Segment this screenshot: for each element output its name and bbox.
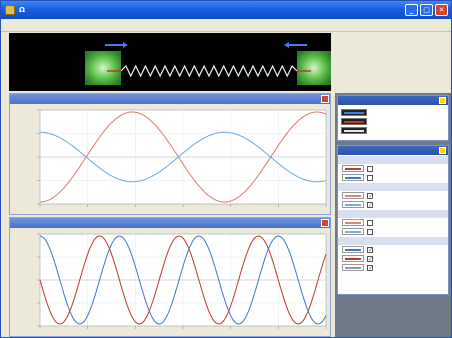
left-block[interactable] (85, 51, 121, 85)
option-checkbox[interactable]: ✓ (367, 246, 373, 253)
line-style-swatch-line (345, 258, 361, 260)
option-row (338, 164, 448, 173)
line-style-swatch-line (345, 267, 361, 269)
legend-row (338, 126, 448, 135)
plot-2-canvas (37, 233, 327, 329)
option-group-title (338, 210, 448, 218)
line-style-swatch-line (345, 222, 361, 224)
line-style-swatch (342, 174, 364, 181)
option-checkbox[interactable] (367, 165, 373, 172)
legend-swatch (341, 118, 367, 125)
legend-swatch-line (344, 112, 364, 114)
right-block[interactable] (297, 51, 331, 85)
option-checkbox[interactable]: ✓ (367, 264, 373, 271)
minimize-button[interactable]: _ (405, 4, 418, 16)
option-row: ✓ (338, 245, 448, 254)
window-title: Ω (19, 6, 25, 14)
collapse-icon[interactable] (439, 97, 446, 104)
plot-window-2-titlebar[interactable] (10, 218, 330, 228)
option-group-title (338, 237, 448, 245)
line-style-swatch (342, 192, 364, 199)
option-row: ✓ (338, 191, 448, 200)
simulation-stage (9, 33, 331, 91)
plot-window-1 (9, 93, 331, 215)
line-style-swatch-line (345, 195, 361, 197)
option-group-title (338, 183, 448, 191)
option-row (338, 173, 448, 182)
line-style-swatch-line (345, 177, 361, 179)
option-checkbox[interactable]: ✓ (367, 201, 373, 208)
option-groups: ✓ ✓ ✓ ✓ ✓ (338, 156, 448, 272)
option-group-title (338, 156, 448, 164)
line-style-swatch-line (345, 249, 361, 251)
spring (120, 64, 298, 78)
line-style-swatch (342, 264, 364, 271)
legend-swatch-line (344, 121, 364, 123)
line-style-swatch (342, 228, 364, 235)
stage-canvas (85, 42, 331, 85)
option-row: ✓ (338, 200, 448, 209)
line-style-swatch-line (345, 168, 361, 170)
option-checkbox[interactable] (367, 219, 373, 226)
plot-window-2-close-button[interactable] (321, 219, 329, 227)
options-panel: ✓ ✓ ✓ ✓ ✓ (337, 145, 449, 295)
line-style-swatch-line (345, 204, 361, 206)
plot-window-1-titlebar[interactable] (10, 94, 330, 104)
app-window: Ω _ □ ✕ ✓ ✓ ✓ ✓ ✓ (0, 0, 452, 338)
arrow-left-icon (284, 42, 307, 48)
line-style-swatch (342, 219, 364, 226)
maximize-button[interactable]: □ (420, 4, 433, 16)
legend-swatch (341, 109, 367, 116)
legend-swatch-line (344, 130, 364, 132)
line-style-swatch (342, 165, 364, 172)
legend-panel-header[interactable] (338, 96, 448, 105)
legend-swatch (341, 127, 367, 134)
legend-panel (337, 95, 449, 141)
line-style-swatch (342, 246, 364, 253)
option-checkbox[interactable]: ✓ (367, 192, 373, 199)
option-row (338, 218, 448, 227)
option-checkbox[interactable]: ✓ (367, 255, 373, 262)
options-panel-header[interactable] (338, 146, 448, 155)
option-row (338, 227, 448, 236)
side-panel: ✓ ✓ ✓ ✓ ✓ (335, 93, 451, 337)
plot-window-2 (9, 217, 331, 337)
app-icon (5, 5, 15, 15)
menu-bar (1, 19, 451, 32)
legend-row (338, 108, 448, 117)
arrow-right-icon (105, 42, 128, 48)
collapse-icon[interactable] (439, 147, 446, 154)
option-checkbox[interactable] (367, 228, 373, 235)
close-button[interactable]: ✕ (435, 4, 448, 16)
line-style-swatch (342, 201, 364, 208)
option-row: ✓ (338, 254, 448, 263)
option-checkbox[interactable] (367, 174, 373, 181)
line-style-swatch (342, 255, 364, 262)
legend-row (338, 117, 448, 126)
plot-window-1-close-button[interactable] (321, 95, 329, 103)
line-style-swatch-line (345, 231, 361, 233)
plot-1-canvas (37, 109, 327, 207)
option-row: ✓ (338, 263, 448, 272)
title-bar[interactable]: Ω _ □ ✕ (1, 1, 451, 19)
